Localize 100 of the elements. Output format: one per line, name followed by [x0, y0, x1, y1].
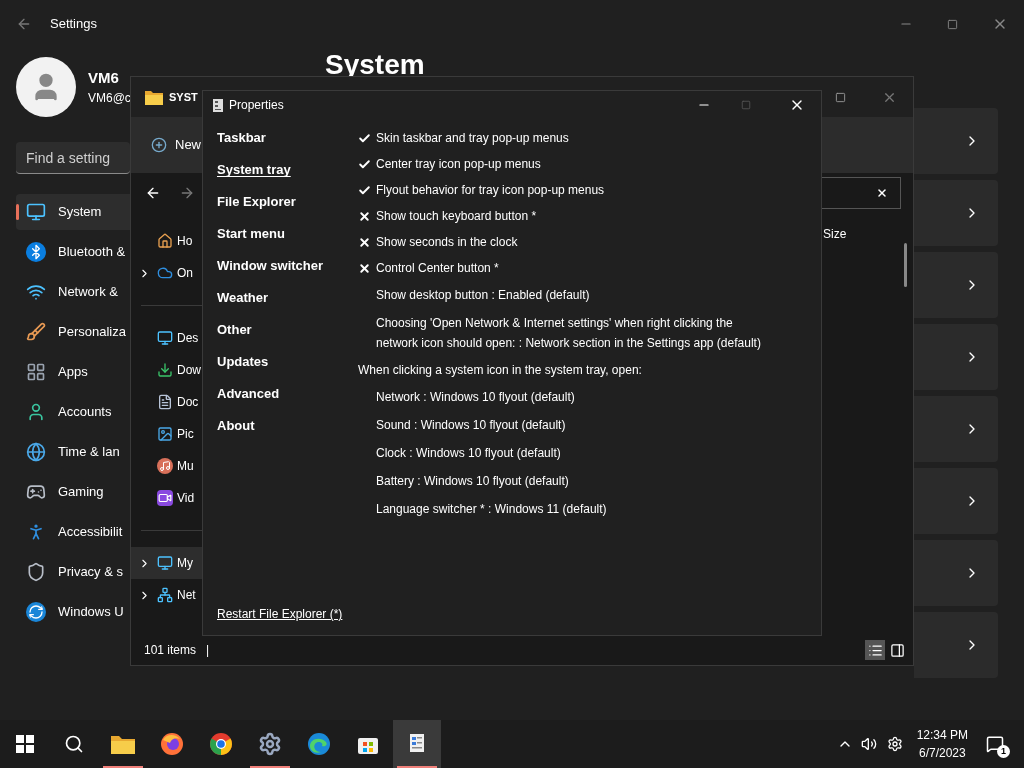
- maximize-icon[interactable]: [947, 18, 958, 30]
- cross-icon: [358, 235, 371, 249]
- notification-icon[interactable]: [986, 735, 1004, 753]
- nav-item[interactable]: Bluetooth &: [16, 234, 130, 270]
- nav-item[interactable]: Vid: [131, 482, 203, 514]
- option-setting[interactable]: Show desktop button : Enabled (default): [358, 281, 768, 309]
- nav-item[interactable]: My: [131, 547, 203, 579]
- option-setting[interactable]: Battery : Windows 10 flyout (default): [358, 467, 768, 495]
- option-toggle[interactable]: Flyout behavior for tray icon pop-up menus: [358, 177, 821, 203]
- section-tab[interactable]: Start menu: [217, 218, 285, 250]
- restart-link[interactable]: Restart File Explorer (*): [217, 607, 343, 621]
- option-setting[interactable]: Clock : Windows 10 flyout (default): [358, 439, 768, 467]
- option-toggle[interactable]: Show touch keyboard button *: [358, 203, 821, 229]
- gear-icon[interactable]: [886, 736, 903, 752]
- section-tab[interactable]: Advanced: [217, 378, 280, 410]
- nav-item[interactable]: Network &: [16, 274, 130, 310]
- option-toggle[interactable]: Center tray icon pop-up menus: [358, 151, 821, 177]
- apps-grid-icon: [26, 362, 46, 382]
- cloud-icon: [157, 265, 173, 281]
- shield-icon: [26, 562, 46, 582]
- option-toggle[interactable]: Control Center button *: [358, 255, 821, 281]
- picture-icon: [157, 426, 173, 442]
- fox-globe-icon: [160, 732, 184, 756]
- section-tab[interactable]: System tray: [217, 154, 291, 186]
- notification-badge: 1: [997, 745, 1010, 758]
- update-icon: [26, 602, 46, 622]
- section-tab[interactable]: Other: [217, 314, 252, 346]
- home-icon: [157, 233, 173, 249]
- nav-item[interactable]: Pic: [131, 418, 203, 450]
- check-icon: [358, 157, 371, 171]
- option-setting[interactable]: Sound : Windows 10 flyout (default): [358, 411, 768, 439]
- speaker-icon[interactable]: [860, 736, 877, 752]
- status-separator: |: [206, 642, 210, 659]
- section-tab[interactable]: Updates: [217, 346, 269, 378]
- download-icon: [157, 362, 173, 378]
- nav-item[interactable]: Time & lan: [16, 434, 130, 470]
- nav-item[interactable]: Windows U: [16, 594, 130, 630]
- details-view-button[interactable]: [865, 640, 885, 660]
- page-heading: System: [325, 48, 426, 82]
- cross-icon: [358, 261, 371, 275]
- section-tab[interactable]: Weather: [217, 282, 269, 314]
- option-toggle[interactable]: Skin taskbar and tray pop-up menus: [358, 125, 821, 151]
- option-toggle[interactable]: Show seconds in the clock: [358, 229, 821, 255]
- maximize-icon[interactable]: [835, 91, 846, 103]
- settings-sheet-icon: [409, 733, 425, 755]
- running-indicator: [103, 766, 143, 768]
- windows-logo-icon: [16, 735, 34, 753]
- clock[interactable]: 12:34 PM 6/7/2023: [916, 726, 968, 762]
- option-setting[interactable]: Language switcher * : Windows 11 (default): [358, 495, 768, 523]
- nav-item[interactable]: Mu: [131, 450, 203, 482]
- selection-indicator: [16, 204, 19, 220]
- check-icon: [358, 131, 371, 145]
- nav-item[interactable]: Apps: [16, 354, 130, 390]
- forward-icon[interactable]: [179, 185, 195, 201]
- window-title: SYST: [169, 89, 198, 105]
- check-icon: [358, 183, 371, 197]
- gamepad-icon: [26, 482, 46, 502]
- search-field[interactable]: Find a setting: [16, 142, 130, 174]
- nav-item[interactable]: Personaliza: [16, 314, 130, 350]
- clear-icon[interactable]: [876, 187, 888, 199]
- wifi-icon: [26, 282, 46, 302]
- new-button[interactable]: New: [151, 135, 201, 155]
- chrome-circle-icon: [209, 732, 233, 756]
- music-icon: [157, 458, 173, 474]
- bluetooth-icon: [26, 242, 46, 262]
- nav-item[interactable]: On: [131, 257, 203, 289]
- globe-clock-icon: [26, 442, 46, 462]
- section-label: When clicking a system icon in the system tray, open:: [358, 362, 643, 379]
- pane-icon: [889, 642, 905, 658]
- section-tab[interactable]: About: [217, 410, 255, 442]
- video-icon: [157, 490, 173, 506]
- nav-item[interactable]: Accounts: [16, 394, 130, 430]
- section-tab[interactable]: File Explorer: [217, 186, 296, 218]
- monitor-icon: [26, 202, 46, 222]
- nav-item[interactable]: Ho: [131, 225, 203, 257]
- edge-wave-icon: [307, 732, 331, 756]
- network-icon: [157, 587, 173, 603]
- person-icon: [26, 402, 46, 422]
- nav-item[interactable]: System: [16, 194, 130, 230]
- back-icon[interactable]: [145, 185, 161, 201]
- profile-email: VM6@c: [88, 90, 131, 108]
- folder-icon: [110, 733, 136, 755]
- window-title: Properties: [229, 97, 284, 114]
- brush-icon: [26, 322, 46, 342]
- nav-item[interactable]: Dow: [131, 354, 203, 386]
- column-header[interactable]: Size: [823, 225, 847, 243]
- nav-item[interactable]: Doc: [131, 386, 203, 418]
- nav-item[interactable]: Gaming: [16, 474, 130, 510]
- nav-item[interactable]: Accessibilit: [16, 514, 130, 550]
- option-setting[interactable]: Choosing 'Open Network & Internet settings' when right clicking the network icon should open: : Network section in the Settings app (default): [358, 309, 768, 357]
- nav-item[interactable]: Des: [131, 322, 203, 354]
- status-text: 101 items: [144, 642, 197, 659]
- plus-icon: [151, 137, 167, 153]
- nav-item[interactable]: Privacy & s: [16, 554, 130, 590]
- taskbar-button[interactable]: [393, 720, 441, 768]
- section-tab[interactable]: Window switcher: [217, 250, 324, 282]
- section-tab[interactable]: Taskbar: [217, 122, 266, 154]
- option-setting[interactable]: Network : Windows 10 flyout (default): [358, 383, 768, 411]
- nav-item[interactable]: Net: [131, 579, 203, 611]
- running-indicator: [250, 766, 290, 768]
